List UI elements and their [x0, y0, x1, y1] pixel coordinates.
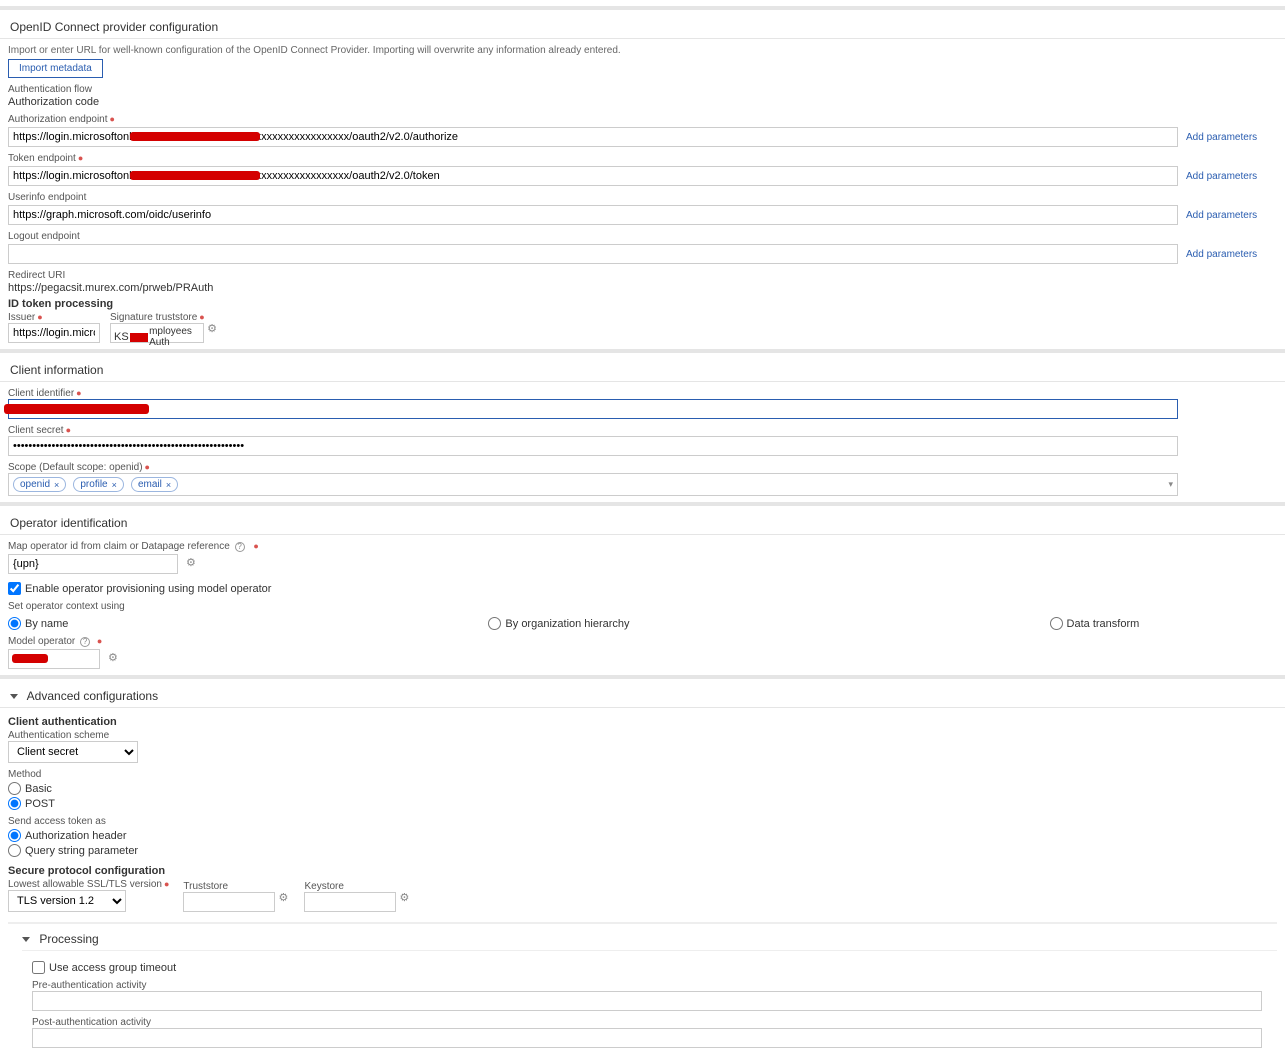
scope-input[interactable]: openid× profile× email× ▾	[8, 473, 1178, 496]
context-label: Set operator context using	[8, 601, 1277, 612]
userinfo-endpoint-input[interactable]	[8, 205, 1178, 225]
caret-down-icon	[10, 694, 18, 699]
method-post[interactable]: POST	[8, 797, 1277, 810]
tls-label: Lowest allowable SSL/TLS version●	[8, 879, 169, 890]
remove-chip-icon[interactable]: ×	[54, 480, 59, 490]
auth-flow-value: Authorization code	[8, 96, 1277, 108]
client-id-label: Client identifier●	[8, 388, 1277, 399]
help-icon[interactable]: ?	[235, 542, 245, 552]
post-auth-input[interactable]	[32, 1028, 1262, 1048]
context-by-org[interactable]: By organization hierarchy	[488, 617, 629, 630]
gear-icon[interactable]	[186, 558, 198, 570]
userinfo-endpoint-label: Userinfo endpoint	[8, 192, 1277, 203]
gear-icon[interactable]	[400, 893, 412, 905]
sig-truststore-input[interactable]	[110, 323, 204, 343]
auth-scheme-select[interactable]: Client secret	[8, 741, 138, 763]
client-secret-label: Client secret●	[8, 425, 1277, 436]
scope-label: Scope (Default scope: openid)●	[8, 462, 1277, 473]
auth-scheme-label: Authentication scheme	[8, 730, 1277, 741]
redacted-mark	[130, 171, 260, 180]
enable-provisioning-label: Enable operator provisioning using model…	[25, 583, 271, 595]
divider	[0, 502, 1285, 506]
truststore-input[interactable]	[183, 892, 275, 912]
client-id-input[interactable]	[8, 399, 1178, 419]
logout-endpoint-input[interactable]	[8, 244, 1178, 264]
section-header-advanced[interactable]: Advanced configurations	[0, 685, 1285, 707]
pre-auth-input[interactable]	[32, 991, 1262, 1011]
divider	[0, 534, 1285, 535]
client-auth-header: Client authentication	[8, 716, 1277, 728]
section-header-processing[interactable]: Processing	[22, 928, 1277, 950]
chevron-down-icon[interactable]: ▾	[1168, 479, 1173, 490]
scope-chip: openid×	[13, 477, 66, 492]
scope-chip: email×	[131, 477, 178, 492]
gear-icon[interactable]	[278, 893, 290, 905]
gear-icon[interactable]	[108, 653, 120, 665]
logout-endpoint-label: Logout endpoint	[8, 231, 1277, 242]
enable-provisioning-checkbox[interactable]	[8, 582, 21, 595]
help-icon[interactable]: ?	[80, 637, 90, 647]
divider	[8, 922, 1277, 924]
secure-proto-header: Secure protocol configuration	[8, 865, 1277, 877]
add-parameters-link[interactable]: Add parameters	[1186, 132, 1257, 143]
divider	[0, 675, 1285, 679]
divider	[0, 707, 1285, 708]
import-hint: Import or enter URL for well-known confi…	[8, 45, 1277, 56]
post-auth-label: Post-authentication activity	[32, 1017, 1277, 1028]
gear-icon[interactable]	[207, 324, 219, 336]
tls-select[interactable]: TLS version 1.2	[8, 890, 126, 912]
map-operator-input[interactable]	[8, 554, 178, 574]
method-basic[interactable]: Basic	[8, 782, 1277, 795]
sig-truststore-label: Signature truststore●	[110, 312, 219, 323]
redirect-uri-value: https://pegacsit.murex.com/prweb/PRAuth	[8, 282, 1277, 294]
truststore-label: Truststore	[183, 881, 290, 892]
redirect-uri-label: Redirect URI	[8, 270, 1277, 281]
send-token-label: Send access token as	[8, 816, 1277, 827]
issuer-label: Issuer●	[8, 312, 100, 323]
section-header-oidc: OpenID Connect provider configuration	[0, 16, 1285, 38]
remove-chip-icon[interactable]: ×	[112, 480, 117, 490]
divider	[0, 381, 1285, 382]
import-metadata-button[interactable]: Import metadata	[8, 59, 103, 78]
use-ag-timeout[interactable]: Use access group timeout	[32, 961, 1277, 974]
keystore-label: Keystore	[304, 881, 411, 892]
divider	[0, 349, 1285, 353]
client-secret-input[interactable]	[8, 436, 1178, 456]
section-header-operator: Operator identification	[0, 512, 1285, 534]
issuer-input[interactable]	[8, 323, 100, 343]
section-header-client: Client information	[0, 359, 1285, 381]
add-parameters-link[interactable]: Add parameters	[1186, 171, 1257, 182]
redacted-mark	[130, 132, 260, 141]
remove-chip-icon[interactable]: ×	[166, 480, 171, 490]
caret-down-icon	[22, 937, 30, 942]
divider	[0, 6, 1285, 10]
method-label: Method	[8, 769, 1277, 780]
add-parameters-link[interactable]: Add parameters	[1186, 210, 1257, 221]
auth-flow-label: Authentication flow	[8, 84, 1277, 95]
add-parameters-link[interactable]: Add parameters	[1186, 249, 1257, 260]
map-operator-label: Map operator id from claim or Datapage r…	[8, 541, 1277, 552]
send-token-query[interactable]: Query string parameter	[8, 844, 1277, 857]
id-token-header: ID token processing	[8, 298, 1277, 310]
divider	[0, 38, 1285, 39]
divider	[22, 950, 1277, 951]
scope-chip: profile×	[73, 477, 124, 492]
redacted-mark	[12, 654, 48, 663]
keystore-input[interactable]	[304, 892, 396, 912]
model-operator-label: Model operator ? ●	[8, 636, 1277, 647]
context-by-name[interactable]: By name	[8, 617, 68, 630]
send-token-header[interactable]: Authorization header	[8, 829, 1277, 842]
redacted-mark	[4, 404, 149, 414]
auth-endpoint-label: Authorization endpoint●	[8, 114, 1277, 125]
pre-auth-label: Pre-authentication activity	[32, 980, 1277, 991]
context-by-dt[interactable]: Data transform	[1050, 617, 1140, 630]
token-endpoint-label: Token endpoint●	[8, 153, 1277, 164]
